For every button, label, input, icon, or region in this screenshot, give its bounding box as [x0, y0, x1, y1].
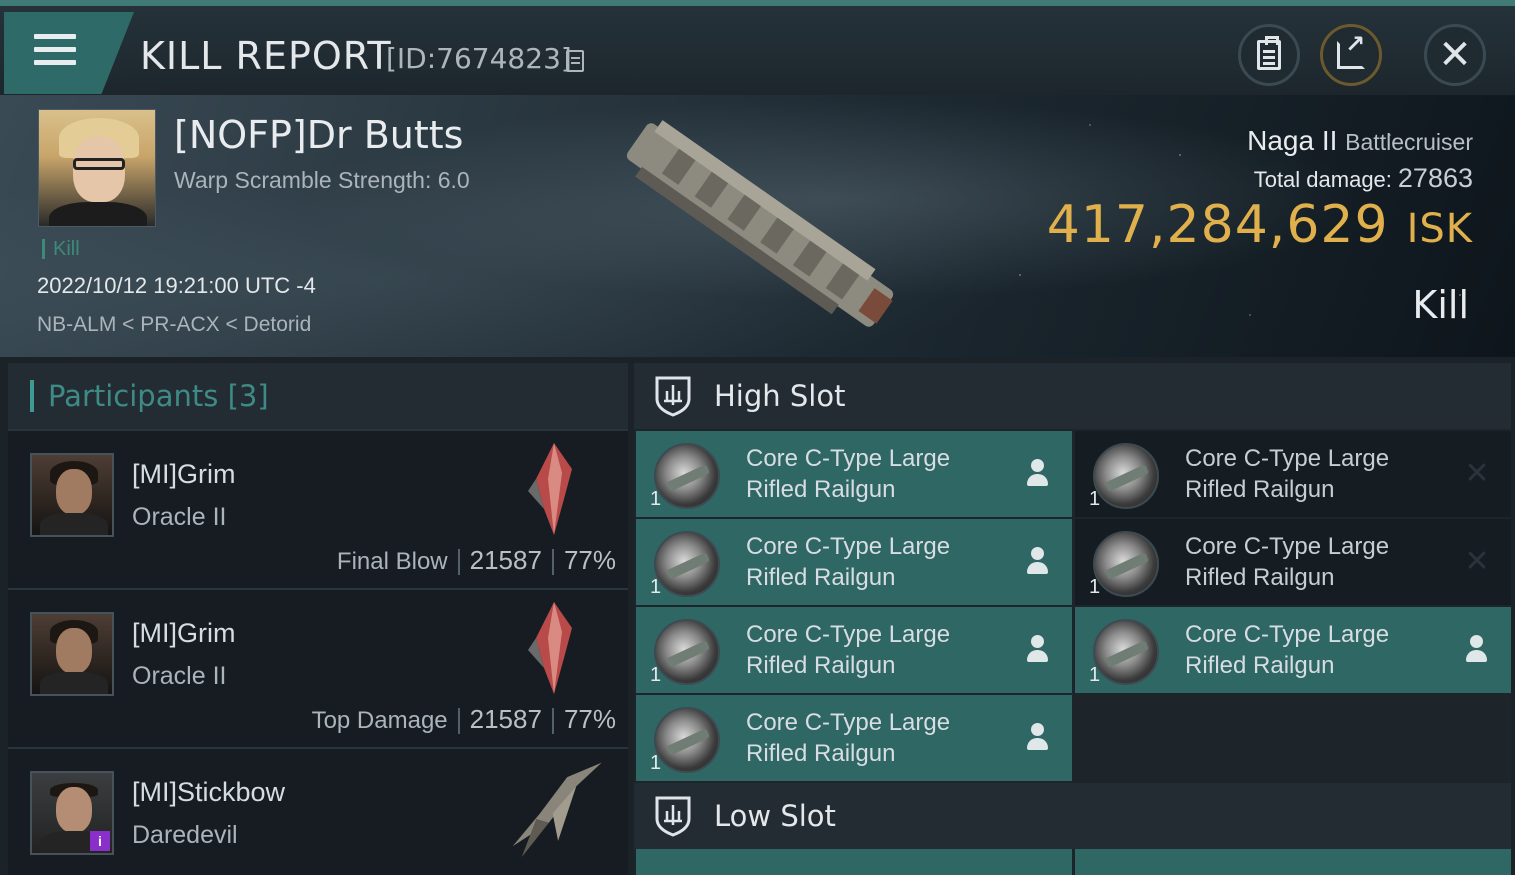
total-damage: Total damage: 27863: [1253, 163, 1473, 193]
x-icon: ✕: [1464, 456, 1490, 491]
victim-ship-image[interactable]: [600, 115, 920, 335]
participants-header[interactable]: Participants [3]: [8, 363, 628, 429]
module-quantity: 1: [650, 488, 662, 510]
total-damage-value: 27863: [1397, 163, 1473, 193]
window-title: KILL REPORT: [140, 34, 392, 78]
person-icon: [1024, 547, 1052, 577]
clipboard-icon: [1257, 36, 1281, 70]
close-button[interactable]: ✕: [1424, 24, 1486, 86]
participant-ship: Daredevil: [132, 821, 238, 849]
module-name: Core C-Type Large Rifled Railgun: [1185, 445, 1390, 503]
railgun-icon: [1093, 531, 1159, 597]
railgun-icon: [654, 707, 720, 773]
participant-name: [MI]Stickbow: [132, 777, 286, 807]
module-name: Core C-Type Large Rifled Railgun: [746, 621, 951, 679]
module-item[interactable]: 1 Core C-Type Large Rifled Railgun: [636, 607, 1072, 693]
participant-avatar[interactable]: [30, 612, 114, 696]
victim-ship-class: Battlecruiser: [1345, 129, 1473, 155]
x-icon: ✕: [1464, 544, 1490, 579]
railgun-icon: [654, 531, 720, 597]
daredevil-ship-icon[interactable]: [484, 759, 614, 859]
module-item[interactable]: 1 Core C-Type Large Rifled Railgun ✕: [1075, 519, 1511, 605]
victim-ship-name[interactable]: Naga II Battlecruiser: [1247, 125, 1473, 157]
module-quantity: 1: [1089, 488, 1101, 510]
participant-damage: 21587: [469, 704, 542, 734]
kill-tag: Kill: [42, 239, 80, 259]
person-icon: [1024, 723, 1052, 753]
participant-ship: Oracle II: [132, 662, 227, 690]
participant-name: [MI]Grim: [132, 618, 236, 648]
window-header: KILL REPORT [ID:7674823] ✕: [0, 0, 1515, 95]
low-slot-title: Low Slot: [714, 799, 836, 833]
participant-percent: 77%: [563, 704, 616, 734]
module-name: Core C-Type Large Rifled Railgun: [746, 709, 951, 767]
info-badge: i: [90, 831, 110, 851]
participant-row[interactable]: [MI]Grim Oracle II Top Damage 21587 77%: [8, 588, 628, 747]
participant-row[interactable]: i [MI]Stickbow Daredevil: [8, 747, 628, 875]
participant-avatar[interactable]: [30, 453, 114, 537]
victim-panel: [NOFP]Dr Butts Warp Scramble Strength: 6…: [0, 95, 1515, 357]
module-name: Core C-Type Large Rifled Railgun: [746, 533, 951, 591]
share-button[interactable]: [1320, 24, 1382, 86]
person-icon: [1463, 635, 1491, 665]
isk-value: 417,284,629 ISK: [1046, 195, 1473, 255]
participants-title: Participants [3]: [48, 379, 269, 413]
person-icon: [1024, 459, 1052, 489]
railgun-icon: [1093, 619, 1159, 685]
high-slot-title: High Slot: [714, 379, 846, 413]
participant-avatar[interactable]: i: [30, 771, 114, 855]
module-item[interactable]: 1 Core C-Type Large Rifled Railgun: [636, 431, 1072, 517]
participant-ship: Oracle II: [132, 503, 227, 531]
participant-stats: Final Blow 21587 77%: [337, 545, 616, 576]
module-item-partial[interactable]: [636, 849, 1072, 875]
module-item-partial[interactable]: [1075, 849, 1511, 875]
menu-button[interactable]: [4, 12, 134, 94]
module-item[interactable]: 1 Core C-Type Large Rifled Railgun ✕: [1075, 431, 1511, 517]
person-icon: [1024, 635, 1052, 665]
participant-percent: 77%: [563, 545, 616, 575]
share-icon: [1337, 30, 1365, 69]
module-quantity: 1: [1089, 576, 1101, 598]
hamburger-icon: [34, 34, 76, 68]
top-damage-label: Top Damage: [311, 707, 448, 734]
shield-icon: [655, 376, 691, 417]
participant-name: [MI]Grim: [132, 459, 236, 489]
module-item[interactable]: 1 Core C-Type Large Rifled Railgun: [1075, 607, 1511, 693]
railgun-icon: [654, 443, 720, 509]
participant-stats: Top Damage 21587 77%: [312, 704, 616, 735]
kill-result: Kill: [1412, 283, 1469, 327]
module-quantity: 1: [1089, 664, 1101, 686]
fitting-panel: High Slot 1 Core C-Type Large Rifled Rail…: [634, 363, 1511, 875]
victim-name[interactable]: [NOFP]Dr Butts: [174, 113, 463, 157]
low-slot-header[interactable]: Low Slot: [634, 783, 1511, 849]
close-icon: ✕: [1438, 32, 1472, 78]
kill-id: [ID:7674823]: [386, 42, 572, 75]
participants-panel: Participants [3] [MI]Grim Oracle II Fina…: [8, 363, 628, 875]
kill-datetime: 2022/10/12 19:21:00 UTC -4: [37, 273, 316, 298]
module-quantity: 1: [650, 664, 662, 686]
module-name: Core C-Type Large Rifled Railgun: [1185, 533, 1390, 591]
report-button[interactable]: [1238, 24, 1300, 86]
participant-damage: 21587: [469, 545, 542, 575]
high-slot-header[interactable]: High Slot: [634, 363, 1511, 429]
module-name: Core C-Type Large Rifled Railgun: [746, 445, 951, 503]
module-item[interactable]: 1 Core C-Type Large Rifled Railgun: [636, 695, 1072, 781]
module-quantity: 1: [650, 752, 662, 774]
final-blow-label: Final Blow: [336, 548, 448, 575]
participant-row[interactable]: [MI]Grim Oracle II Final Blow 21587 77%: [8, 429, 628, 588]
module-name: Core C-Type Large Rifled Railgun: [1185, 621, 1390, 679]
kill-location[interactable]: NB-ALM < PR-ACX < Detorid: [37, 313, 311, 337]
victim-portrait[interactable]: [38, 109, 156, 227]
copy-icon[interactable]: [566, 50, 584, 72]
shield-icon: [655, 796, 691, 837]
railgun-icon: [1093, 443, 1159, 509]
oracle-ship-icon[interactable]: [514, 598, 584, 698]
oracle-ship-icon[interactable]: [514, 439, 584, 539]
module-item[interactable]: 1 Core C-Type Large Rifled Railgun: [636, 519, 1072, 605]
railgun-icon: [654, 619, 720, 685]
isk-unit: ISK: [1406, 206, 1473, 252]
warp-scramble-strength: Warp Scramble Strength: 6.0: [174, 167, 470, 193]
module-quantity: 1: [650, 576, 662, 598]
